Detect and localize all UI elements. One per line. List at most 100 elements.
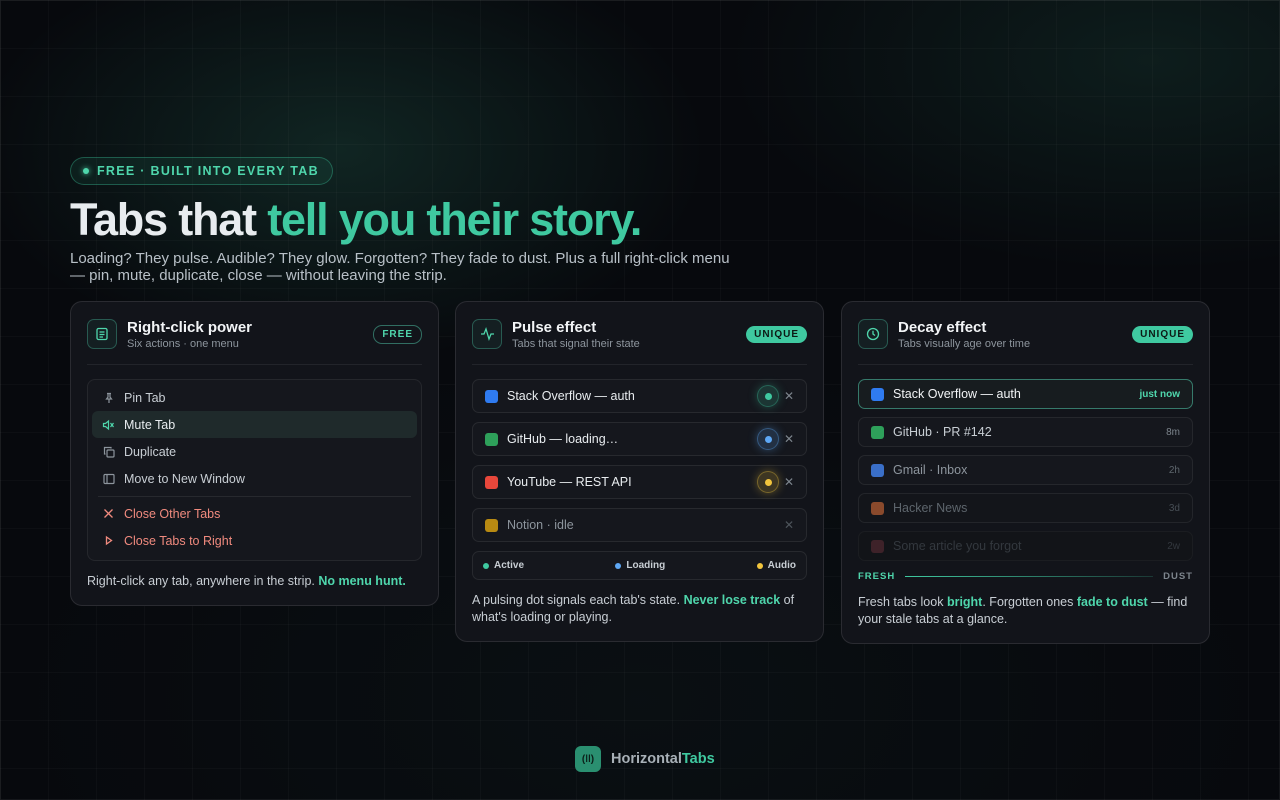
favicon-icon bbox=[485, 518, 498, 532]
tab-item[interactable]: Some article you forgot 2w bbox=[858, 531, 1193, 561]
mute-icon bbox=[102, 418, 115, 431]
tab-label: Hacker News bbox=[893, 501, 968, 515]
menu-item-label: Move to New Window bbox=[124, 471, 245, 486]
legend-label: Audio bbox=[767, 560, 796, 571]
duplicate-icon bbox=[102, 445, 115, 458]
foot-highlight: fade to dust bbox=[1076, 595, 1148, 609]
close-icon[interactable]: ✕ bbox=[784, 475, 794, 489]
brand-part-2: Tabs bbox=[681, 751, 715, 767]
decay-scale: FRESH DUST bbox=[858, 571, 1193, 582]
feature-pill: FREE · BUILT INTO EVERY TAB bbox=[70, 157, 333, 185]
card-decay: Decay effect Tabs visually age over time… bbox=[841, 301, 1210, 644]
close-icon[interactable]: ✕ bbox=[784, 432, 794, 446]
pin-icon bbox=[102, 391, 115, 404]
legend-label: Loading bbox=[626, 560, 666, 571]
tab-item[interactable]: Stack Overflow — auth just now bbox=[858, 379, 1193, 409]
tabs-logo-icon: (ǀǀ) bbox=[575, 746, 601, 772]
brand-name: HorizontalTabs bbox=[611, 751, 715, 767]
favicon-icon bbox=[871, 387, 884, 401]
page-title: Tabs that tell you their story. bbox=[70, 194, 642, 246]
menu-item-move-window[interactable]: Move to New Window bbox=[92, 465, 417, 492]
tab-item[interactable]: GitHub · PR #142 8m bbox=[858, 417, 1193, 447]
card-title: Pulse effect bbox=[512, 318, 597, 336]
card-pulse: Pulse effect Tabs that signal their stat… bbox=[455, 301, 824, 642]
card-right-click: Right-click power Six actions · one menu… bbox=[70, 301, 439, 606]
card-subtitle: Six actions · one menu bbox=[127, 337, 239, 350]
tab-label: GitHub — loading… bbox=[507, 432, 619, 446]
tab-label: Stack Overflow — auth bbox=[507, 389, 635, 403]
unique-badge: UNIQUE bbox=[1132, 325, 1193, 343]
card-title: Right-click power bbox=[127, 318, 253, 336]
tab-age: 2w bbox=[1167, 540, 1180, 552]
foot-text: Right-click any tab, anywhere in the str… bbox=[87, 574, 319, 588]
menu-item-mute[interactable]: Mute Tab bbox=[92, 411, 417, 438]
context-menu: Pin Tab Mute Tab Duplicate Move to New W… bbox=[87, 379, 422, 561]
favicon-icon bbox=[485, 432, 498, 446]
pill-dot-icon bbox=[83, 168, 89, 174]
tab-item[interactable]: Notion · idle ✕ bbox=[472, 508, 807, 542]
foot-text: . Forgotten ones bbox=[982, 595, 1077, 609]
tab-label: Some article you forgot bbox=[893, 539, 1022, 553]
foot-text: A pulsing dot signals each tab's state. bbox=[472, 593, 684, 607]
menu-item-label: Mute Tab bbox=[124, 417, 176, 432]
brand-part-1: Horizontal bbox=[611, 751, 682, 767]
legend-label: Active bbox=[494, 560, 525, 571]
free-badge: FREE bbox=[373, 324, 422, 344]
tab-item[interactable]: YouTube — REST API ✕ bbox=[472, 465, 807, 499]
tab-age: 3d bbox=[1168, 502, 1180, 514]
menu-item-label: Pin Tab bbox=[124, 390, 166, 405]
close-icon[interactable]: ✕ bbox=[784, 389, 794, 403]
menu-item-pin[interactable]: Pin Tab bbox=[92, 384, 417, 411]
brand-logo: (ǀǀ) HorizontalTabs bbox=[575, 746, 715, 772]
pulse-icon bbox=[472, 319, 502, 349]
audio-pulse-icon bbox=[758, 472, 778, 492]
tab-age: 2h bbox=[1168, 464, 1180, 476]
legend-item-audio: Audio bbox=[756, 560, 796, 571]
menu-item-duplicate[interactable]: Duplicate bbox=[92, 438, 417, 465]
title-accent: tell you their story. bbox=[267, 194, 642, 245]
clock-icon bbox=[858, 319, 888, 349]
legend-item-loading: Loading bbox=[615, 560, 665, 571]
pill-text: FREE · BUILT INTO EVERY TAB bbox=[97, 164, 319, 178]
favicon-icon bbox=[871, 463, 884, 477]
favicon-icon bbox=[485, 389, 498, 403]
card-title: Decay effect bbox=[898, 318, 987, 336]
menu-separator bbox=[98, 496, 411, 497]
card-footer: Right-click any tab, anywhere in the str… bbox=[87, 561, 422, 605]
tab-item[interactable]: Gmail · Inbox 2h bbox=[858, 455, 1193, 485]
tab-label: Stack Overflow — auth bbox=[893, 387, 1021, 401]
menu-item-close-right[interactable]: Close Tabs to Right bbox=[92, 527, 417, 554]
tab-age: just now bbox=[1139, 388, 1180, 400]
divider bbox=[858, 364, 1193, 365]
unique-badge: UNIQUE bbox=[746, 325, 807, 343]
divider bbox=[472, 364, 807, 365]
close-icon[interactable]: ✕ bbox=[784, 518, 794, 532]
scale-end: DUST bbox=[1163, 571, 1193, 582]
tab-label: YouTube — REST API bbox=[507, 475, 632, 489]
card-subtitle: Tabs that signal their state bbox=[512, 337, 640, 350]
favicon-icon bbox=[871, 539, 884, 553]
arrow-right-icon bbox=[102, 534, 115, 547]
scale-start: FRESH bbox=[858, 571, 896, 582]
tab-label: Gmail · Inbox bbox=[893, 463, 968, 477]
menu-list-icon bbox=[87, 319, 117, 349]
card-footer: A pulsing dot signals each tab's state. … bbox=[472, 580, 807, 641]
menu-item-close-others[interactable]: Close Other Tabs bbox=[92, 500, 417, 527]
pulse-legend: Active Loading Audio bbox=[472, 551, 807, 580]
tab-label: Notion · idle bbox=[507, 518, 574, 532]
tab-age: 8m bbox=[1166, 426, 1180, 438]
scale-line bbox=[905, 576, 1154, 577]
tab-item[interactable]: Stack Overflow — auth ✕ bbox=[472, 379, 807, 413]
title-part-1: Tabs that bbox=[70, 194, 268, 245]
foot-highlight: Never lose track bbox=[683, 593, 781, 607]
menu-item-label: Close Other Tabs bbox=[124, 506, 221, 521]
tab-item[interactable]: Hacker News 3d bbox=[858, 493, 1193, 523]
favicon-icon bbox=[485, 475, 498, 489]
active-pulse-icon bbox=[758, 386, 778, 406]
menu-item-label: Close Tabs to Right bbox=[124, 533, 233, 548]
close-icon bbox=[102, 507, 115, 520]
tab-item[interactable]: GitHub — loading… ✕ bbox=[472, 422, 807, 456]
foot-highlight: No menu hunt. bbox=[318, 574, 406, 588]
menu-item-label: Duplicate bbox=[124, 444, 177, 459]
favicon-icon bbox=[871, 425, 884, 439]
